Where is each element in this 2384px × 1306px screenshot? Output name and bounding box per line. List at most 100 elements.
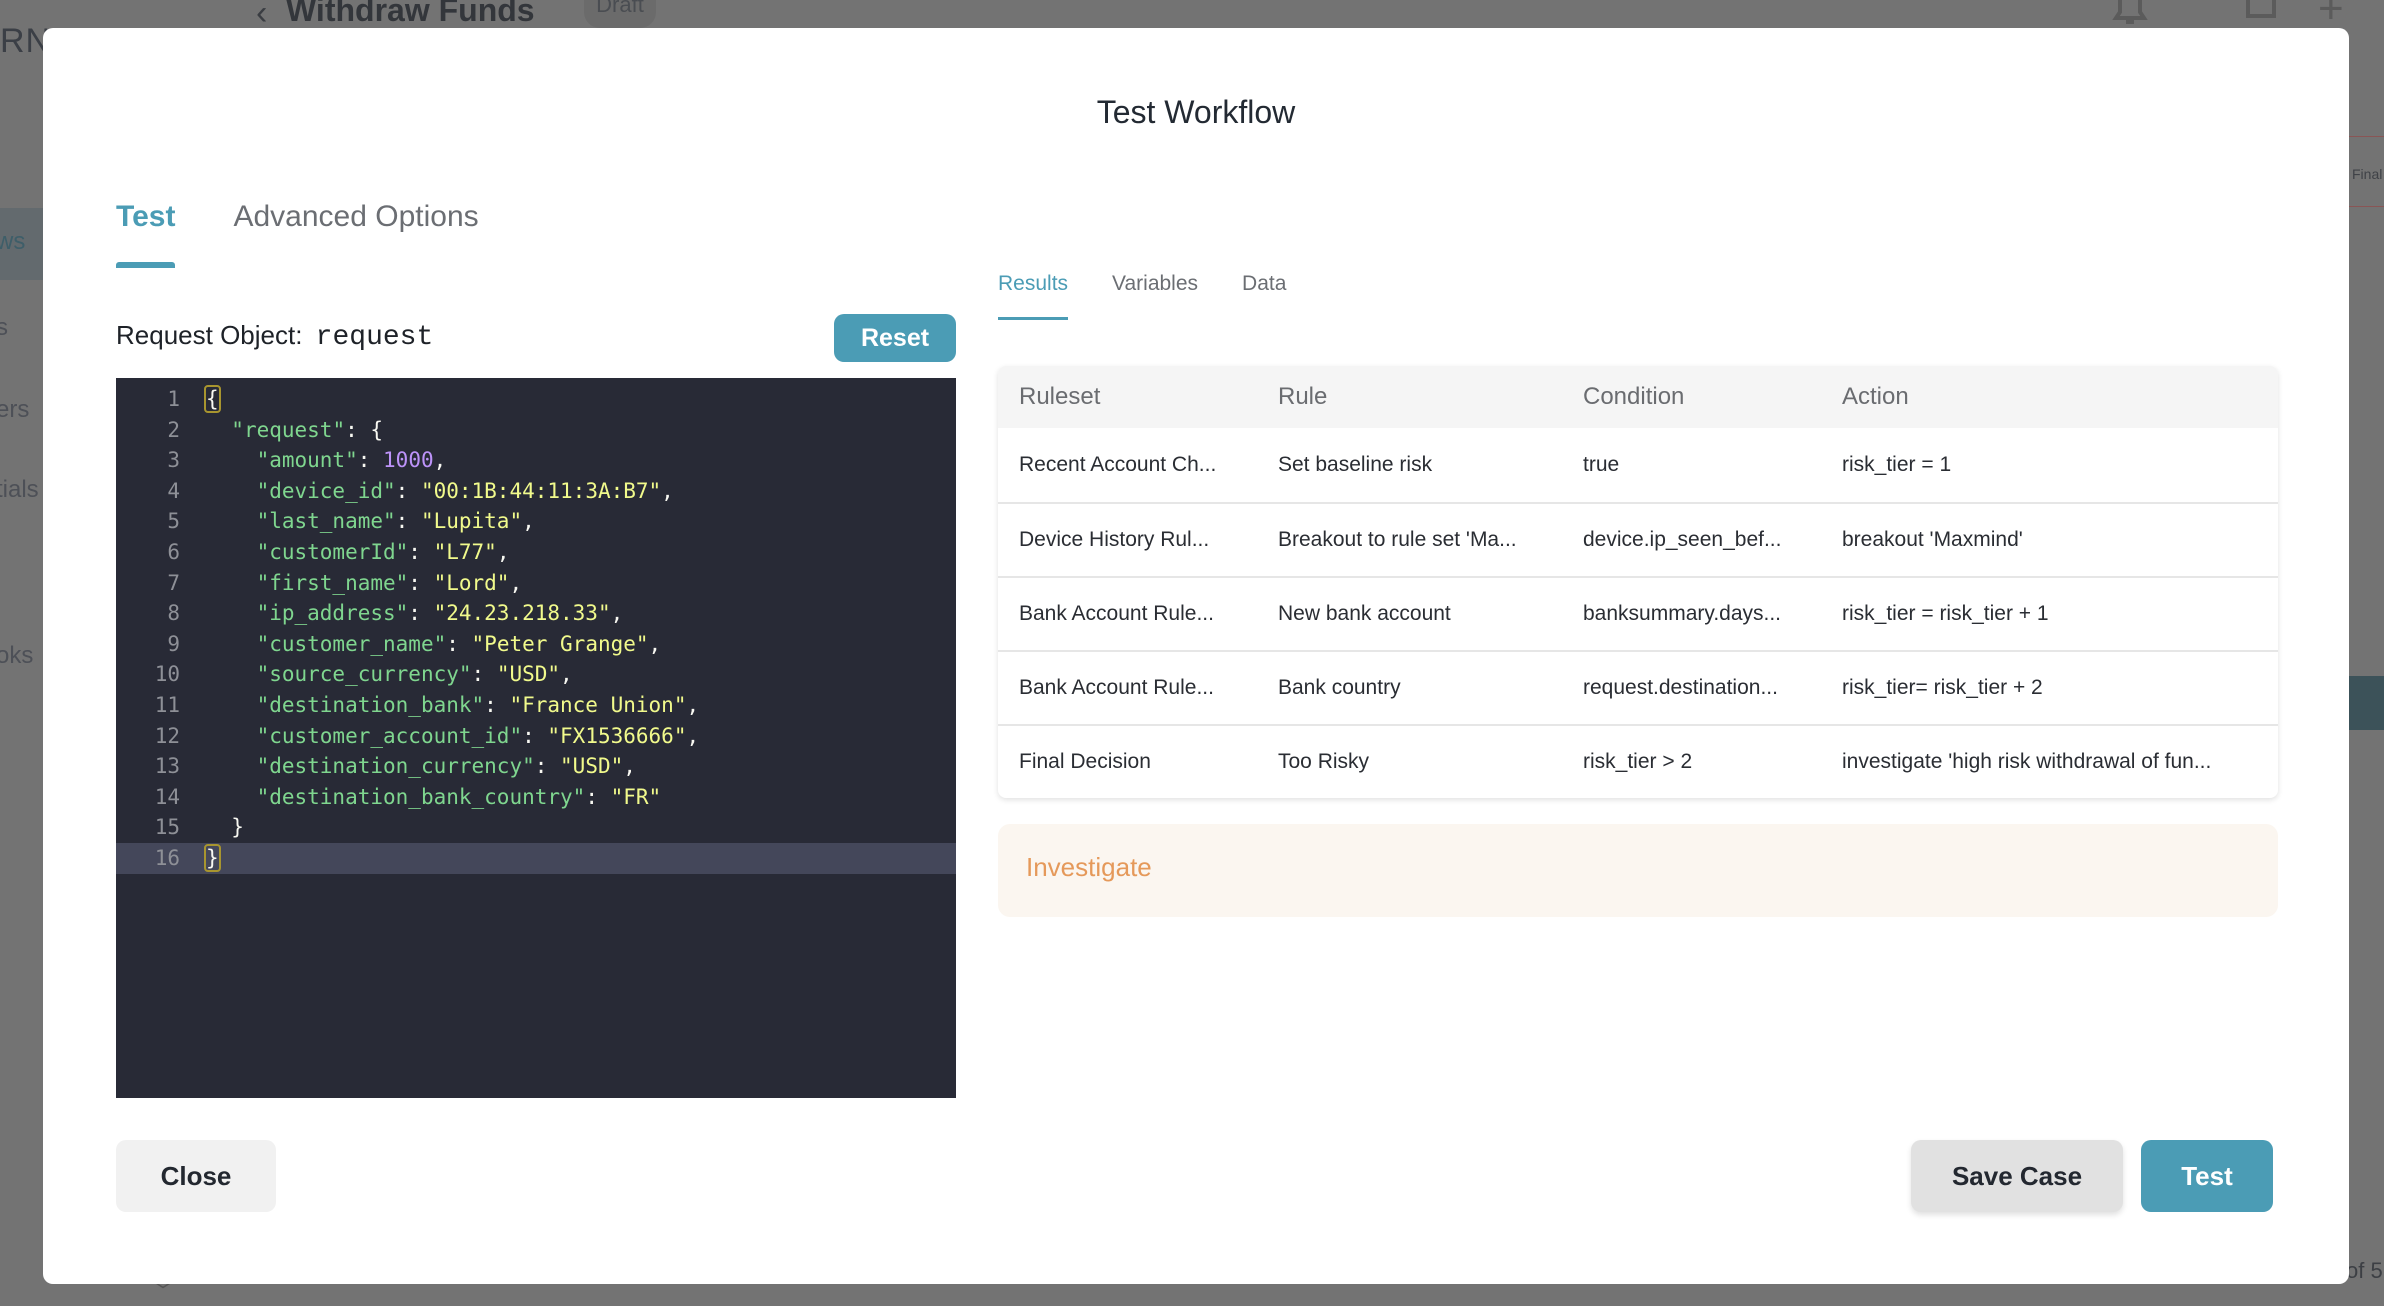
- code-token-punc: ,: [623, 754, 636, 779]
- table-body: Recent Account Ch... Set baseline risk t…: [998, 428, 2278, 798]
- code-token-key: "amount": [256, 448, 358, 473]
- code-token-str: "USD": [496, 662, 561, 687]
- column-header-ruleset[interactable]: Ruleset: [998, 383, 1257, 411]
- line-number: 8: [167, 601, 180, 626]
- code-token-str: "L77": [433, 540, 497, 564]
- outcome-text: Investigate: [1026, 852, 1152, 882]
- code-line[interactable]: 1{: [116, 384, 956, 415]
- code-token-punc: ,: [509, 570, 523, 595]
- code-token-punc: ,: [648, 631, 662, 656]
- code-token-punc: :: [534, 754, 561, 779]
- code-token-key: "customer_account_id": [256, 723, 523, 748]
- code-token-key: "ip_address": [256, 601, 409, 626]
- code-line[interactable]: 8 "ip_address": "24.23.218.33",: [116, 598, 956, 629]
- code-token-punc: :: [357, 448, 384, 473]
- table-row[interactable]: Bank Account Rule... Bank country reques…: [998, 650, 2278, 724]
- code-line[interactable]: 3 "amount": 1000,: [116, 445, 956, 476]
- code-line[interactable]: 2 "request": {: [116, 415, 956, 446]
- code-line[interactable]: 11 "destination_bank": "France Union",: [116, 690, 956, 721]
- test-button[interactable]: Test: [2141, 1140, 2273, 1212]
- request-object-label: Request Object: request: [116, 320, 433, 353]
- code-token-key: "last_name": [256, 509, 396, 534]
- line-number: 7: [167, 570, 180, 595]
- code-token-punc: ,: [661, 478, 674, 503]
- request-json-editor[interactable]: 1{2 "request": {3 "amount": 1000, 4 "devi…: [116, 378, 956, 1098]
- code-token-punc: :: [395, 478, 421, 503]
- cell-action: breakout 'Maxmind': [1842, 528, 2023, 551]
- line-number: 1: [167, 387, 180, 411]
- close-button[interactable]: Close: [116, 1140, 276, 1212]
- reset-button[interactable]: Reset: [834, 314, 956, 362]
- tab-variables[interactable]: Variables: [1112, 272, 1198, 320]
- column-header-rule[interactable]: Rule: [1257, 383, 1562, 411]
- tab-data[interactable]: Data: [1242, 272, 1286, 320]
- line-code: "customer_name": "Peter Grange",: [206, 629, 662, 660]
- background-node-label: Final: [2352, 166, 2383, 182]
- line-number: 9: [167, 631, 180, 656]
- table-row[interactable]: Final Decision Too Risky risk_tier > 2 i…: [998, 724, 2278, 798]
- code-token-punc: :: [408, 570, 434, 595]
- save-case-button[interactable]: Save Case: [1911, 1140, 2123, 1212]
- column-header-action[interactable]: Action: [1821, 383, 2278, 411]
- code-token-key: "destination_currency": [256, 754, 535, 779]
- cell-rule: New bank account: [1278, 602, 1451, 625]
- tab-test[interactable]: Test: [116, 200, 176, 268]
- code-line[interactable]: 15 }: [116, 812, 956, 843]
- table-row[interactable]: Device History Rul... Breakout to rule s…: [998, 502, 2278, 576]
- code-line[interactable]: 9 "customer_name": "Peter Grange",: [116, 629, 956, 660]
- line-number: 2: [167, 417, 180, 442]
- line-number: 4: [167, 478, 180, 503]
- code-line[interactable]: 10 "source_currency": "USD",: [116, 659, 956, 690]
- tab-results[interactable]: Results: [998, 272, 1069, 320]
- cell-condition: true: [1583, 453, 1620, 476]
- line-code: "customer_account_id": "FX1536666",: [206, 721, 700, 752]
- line-code: "source_currency": "USD",: [206, 659, 573, 690]
- code-token-punc: :: [395, 509, 421, 534]
- code-line[interactable]: 14 "destination_bank_country": "FR": [116, 782, 956, 813]
- code-token-key: "source_currency": [256, 662, 472, 687]
- code-token-punc: ,: [686, 693, 700, 717]
- line-code: "destination_bank": "France Union",: [206, 690, 700, 721]
- code-line[interactable]: 5 "last_name": "Lupita",: [116, 506, 956, 537]
- code-token-num: 1000: [383, 448, 434, 473]
- cell-ruleset: Final Decision: [1019, 750, 1151, 773]
- code-line[interactable]: 12 "customer_account_id": "FX1536666",: [116, 721, 956, 752]
- cell-ruleset: Recent Account Ch...: [1019, 453, 1217, 476]
- column-header-condition[interactable]: Condition: [1562, 383, 1821, 411]
- code-line[interactable]: 7 "first_name": "Lord",: [116, 568, 956, 599]
- request-object-caption: Request Object:: [116, 320, 303, 350]
- background-sidebar-item: ers: [0, 396, 30, 423]
- cell-ruleset: Bank Account Rule...: [1019, 676, 1214, 699]
- code-token-punc: ,: [560, 662, 573, 687]
- background-divider: [2348, 206, 2384, 207]
- code-token-punc: :: [522, 723, 548, 748]
- table-row[interactable]: Recent Account Ch... Set baseline risk t…: [998, 428, 2278, 502]
- background-divider: [2348, 136, 2384, 137]
- tab-advanced-options[interactable]: Advanced Options: [233, 200, 478, 268]
- test-workflow-modal: Test Workflow Test Advanced Options Requ…: [43, 28, 2349, 1284]
- code-token-str: "Lupita": [420, 509, 523, 534]
- cell-ruleset: Bank Account Rule...: [1019, 602, 1214, 625]
- line-number: 10: [154, 662, 180, 687]
- code-line[interactable]: 6 "customerId": "L77",: [116, 537, 956, 568]
- background-page-title: Withdraw Funds: [286, 0, 535, 28]
- line-number: 13: [154, 754, 180, 779]
- code-line[interactable]: 4 "device_id": "00:1B:44:11:3A:B7",: [116, 476, 956, 507]
- code-token-punc: :: [408, 601, 434, 626]
- code-token-str: "FX1536666": [547, 723, 687, 748]
- line-code: {: [204, 384, 221, 415]
- code-token-punc: : {: [345, 417, 384, 442]
- table-row[interactable]: Bank Account Rule... New bank account ba…: [998, 576, 2278, 650]
- code-line[interactable]: 13 "destination_currency": "USD",: [116, 751, 956, 782]
- code-token-punc: :: [408, 540, 434, 564]
- code-line[interactable]: 16}: [116, 843, 956, 874]
- background-topbar: ‹ Withdraw Funds Draft +: [0, 0, 2384, 33]
- code-token-punc: :: [585, 784, 611, 809]
- cell-condition: risk_tier > 2: [1583, 750, 1693, 773]
